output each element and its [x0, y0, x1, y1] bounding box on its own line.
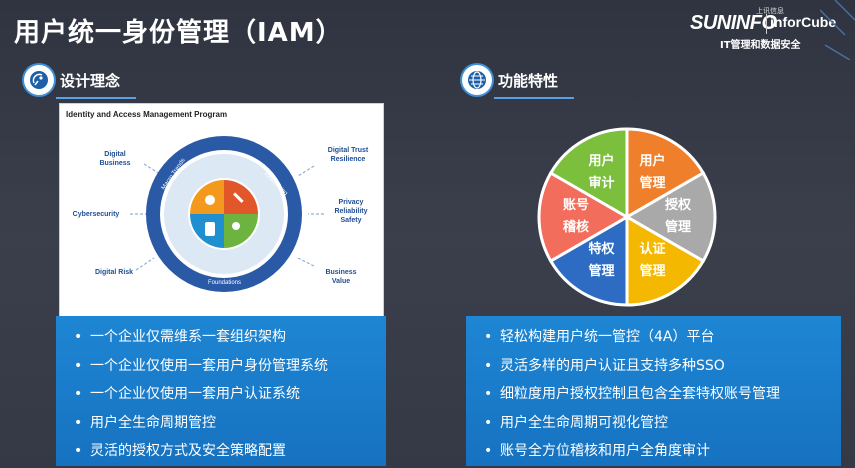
globe-icon — [462, 65, 492, 95]
list-item: 一个企业仅使用一套用户身份管理系统 — [74, 352, 386, 381]
section-underline-left — [56, 97, 136, 99]
section-heading-right: 功能特性 — [498, 71, 559, 90]
list-item: 账号全方位稽核和用户全角度审计 — [484, 437, 841, 466]
section-design-philosophy: 设计理念 — [24, 65, 120, 95]
list-item: 一个企业仅需维系一套组织架构 — [74, 323, 386, 352]
list-item: 灵活多样的用户认证且支持多种SSO — [484, 352, 841, 381]
feature-bullet-list: 轻松构建用户统一管控（4A）平台 灵活多样的用户认证且支持多种SSO 细粒度用户… — [466, 316, 841, 466]
pie-slice-label: 账号 稽核 — [562, 198, 589, 235]
list-item: 用户全生命周期可视化管控 — [484, 409, 841, 438]
slide-title: 用户统一身份管理（IAM） — [14, 18, 343, 48]
right-bullet-panel: 轻松构建用户统一管控（4A）平台 灵活多样的用户认证且支持多种SSO 细粒度用户… — [466, 316, 841, 466]
list-item: 灵活的授权方式及安全策略配置 — [74, 437, 386, 466]
corner-decoration — [820, 0, 855, 60]
list-item: 一个企业仅使用一套用户认证系统 — [74, 380, 386, 409]
list-item: 用户全生命周期管控 — [74, 409, 386, 438]
satellite-dish-icon — [24, 65, 54, 95]
pie-slice-label: 特权 管理 — [588, 242, 615, 280]
left-bullet-panel: 一个企业仅需维系一套组织架构 一个企业仅使用一套用户身份管理系统 一个企业仅使用… — [56, 316, 386, 466]
list-item: 轻松构建用户统一管控（4A）平台 — [484, 323, 841, 352]
section-underline-right — [494, 97, 574, 99]
logo-tagline: IT管理和数据安全 — [720, 40, 801, 51]
list-item: 细粒度用户授权控制且包含全套特权账号管理 — [484, 380, 841, 409]
ring-foundations: Foundations — [208, 280, 241, 286]
diagram-graphic: Macro Trends Resourcing Foundations — [130, 136, 324, 292]
section-features: 功能特性 — [462, 65, 558, 95]
pie-slice-label: 授权 管理 — [665, 198, 692, 235]
logo-divider — [766, 14, 767, 34]
features-pie: 用户 管理授权 管理认证 管理 特权 管理 账号 稽核 用户 审计 — [537, 115, 717, 320]
section-heading-left: 设计理念 — [60, 71, 121, 90]
iam-program-diagram: Identity and Access Management Program D… — [59, 103, 384, 318]
design-bullet-list: 一个企业仅需维系一套组织架构 一个企业仅使用一套用户身份管理系统 一个企业仅使用… — [56, 316, 386, 466]
pie-slice-label: 用户 审计 — [588, 153, 615, 191]
pie-slice-label: 用户 管理 — [639, 153, 666, 191]
pie-slice-label: 认证 管理 — [639, 242, 666, 280]
